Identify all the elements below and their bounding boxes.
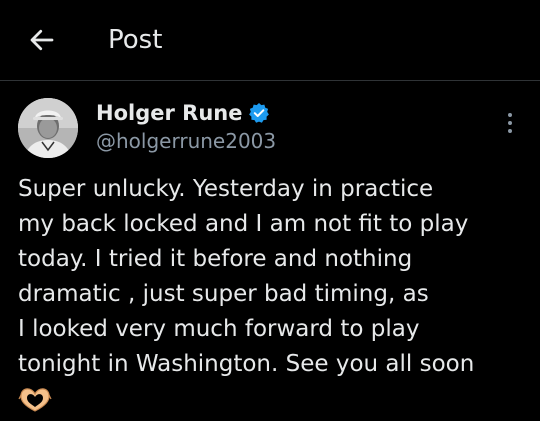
top-bar: Post — [0, 0, 540, 81]
display-name[interactable]: Holger Rune — [96, 99, 242, 127]
post-text: Super unlucky. Yesterday in practice my … — [18, 176, 475, 377]
avatar[interactable] — [18, 98, 78, 158]
user-handle[interactable]: @holgerrune2003 — [96, 127, 276, 155]
verified-badge-icon — [248, 102, 270, 124]
author-name-row: Holger Rune — [96, 99, 270, 127]
heart-hands-emoji-icon — [18, 385, 52, 413]
more-options-button[interactable] — [498, 108, 522, 138]
back-button[interactable] — [24, 22, 60, 58]
more-vertical-icon — [508, 113, 512, 133]
avatar-image — [18, 98, 78, 158]
page-title: Post — [108, 25, 163, 55]
arrow-left-icon — [30, 29, 54, 51]
